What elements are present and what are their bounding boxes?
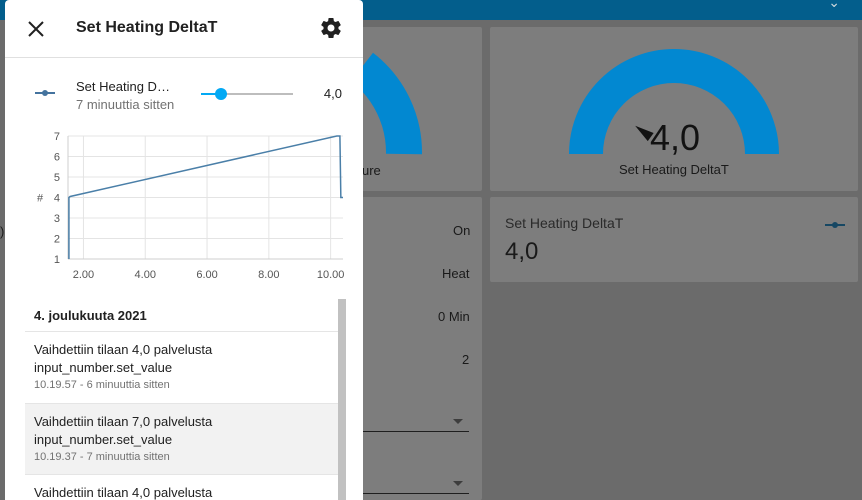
more-info-dialog: Set Heating DeltaT Set Heating DeltaT 7 … (5, 0, 363, 500)
edge-text: ) (0, 224, 5, 239)
chevron-down-icon[interactable] (453, 481, 463, 486)
slider-icon (825, 222, 845, 228)
scrollbar[interactable] (338, 299, 346, 500)
y-tick-label: 4 (54, 193, 60, 205)
entity-card[interactable] (490, 197, 858, 282)
slider-icon (35, 90, 55, 96)
chevron-down-icon[interactable] (453, 419, 463, 424)
select-underline (363, 493, 469, 494)
slider-thumb[interactable] (215, 88, 228, 100)
log-message: Vaihdettiin tilaan 4,0 palvelusta (34, 485, 213, 500)
y-tick-label: 2 (54, 234, 60, 246)
x-tick-label: 8.00 (258, 269, 279, 281)
history-chart: 1 2 3 4 5 6 7 2.00 4.00 6.00 8.00 10.00 # (37, 131, 345, 281)
status-row-time: 0 Min (438, 309, 470, 324)
y-tick-label: 3 (54, 213, 60, 225)
log-time: 10.19.57 - 6 minuuttia sitten (34, 379, 170, 391)
entity-card-name: Set Heating DeltaT (505, 215, 624, 231)
x-tick-label: 6.00 (196, 269, 217, 281)
log-message: Vaihdettiin tilaan 7,0 palvelusta input_… (34, 414, 213, 447)
y-tick-label: 7 (54, 131, 60, 143)
thermostat-card (362, 197, 482, 500)
status-row-mode: Heat (442, 266, 470, 281)
log-message: Vaihdettiin tilaan 4,0 palvelusta input_… (34, 342, 213, 375)
gauge-right-value: 4,0 (650, 117, 701, 158)
x-tick-label: 10.00 (317, 269, 345, 281)
x-tick-label: 4.00 (135, 269, 156, 281)
logbook-date: 4. joulukuuta 2021 (34, 308, 147, 323)
y-tick-label: 5 (54, 172, 60, 184)
list-item[interactable]: Vaihdettiin tilaan 7,0 palvelusta input_… (25, 403, 338, 474)
y-axis-label: # (37, 193, 44, 205)
dialog-header: Set Heating DeltaT (5, 0, 363, 58)
status-row-state: On (453, 223, 471, 238)
entity-value: 4,0 (323, 86, 342, 101)
gauge-left-label: ure (362, 163, 381, 178)
gauge-right-name: Set Heating DeltaT (619, 162, 729, 177)
x-tick-label: 2.00 (73, 269, 94, 281)
y-tick-label: 6 (54, 152, 60, 164)
log-time: 10.19.37 - 7 minuuttia sitten (34, 451, 170, 463)
chevron-down-icon[interactable]: ⌄ (828, 0, 840, 11)
entity-row: Set Heating DeltaT 7 minuuttia sitten 4,… (5, 70, 363, 120)
entity-card-value: 4,0 (505, 238, 539, 265)
y-tick-label: 1 (54, 254, 60, 266)
list-item[interactable]: Vaihdettiin tilaan 4,0 palvelusta (25, 474, 338, 500)
entity-last-changed: 7 minuuttia sitten (76, 97, 175, 112)
status-row-count: 2 (462, 352, 470, 367)
gear-icon[interactable] (319, 16, 343, 40)
dialog-title: Set Heating DeltaT (76, 19, 218, 36)
close-icon[interactable] (24, 17, 48, 41)
entity-name: Set Heating DeltaT (76, 79, 176, 94)
value-slider[interactable] (201, 88, 293, 100)
logbook: 4. joulukuuta 2021 Vaihdettiin tilaan 4,… (25, 299, 346, 500)
list-item[interactable]: Vaihdettiin tilaan 4,0 palvelusta input_… (25, 331, 338, 403)
select-underline (363, 431, 469, 432)
